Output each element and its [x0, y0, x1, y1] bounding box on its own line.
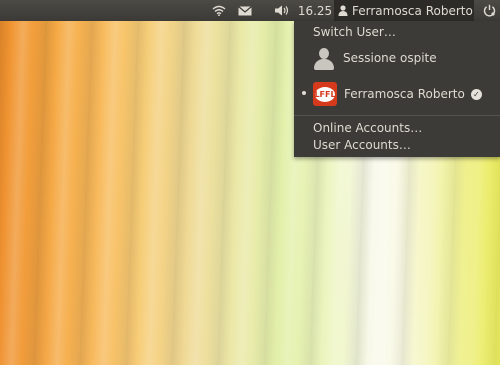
avatar-logo-text: LFFL [314, 86, 336, 102]
guest-session-label: Sessione ospite [343, 51, 437, 65]
active-dot-icon [302, 91, 306, 95]
user-accounts-label: User Accounts… [313, 138, 411, 152]
user-dropdown-menu: Switch User… Sessione ospite LFFL Ferram… [294, 21, 500, 157]
panel-user-name: Ferramosca Roberto [352, 3, 473, 18]
online-accounts-label: Online Accounts… [313, 120, 423, 135]
user-accounts-item[interactable]: User Accounts… [294, 136, 500, 154]
top-panel: 16.25 Ferramosca Roberto [0, 0, 500, 21]
clock[interactable]: 16.25 [297, 0, 333, 21]
volume-icon [275, 5, 289, 16]
guest-avatar-icon [313, 46, 335, 70]
current-user-item[interactable]: LFFL Ferramosca Roberto ✓ [294, 81, 500, 107]
volume-indicator[interactable] [270, 0, 294, 21]
current-user-label: Ferramosca Roberto [344, 87, 465, 101]
user-menu-indicator[interactable]: Ferramosca Roberto [334, 0, 474, 21]
check-icon: ✓ [470, 88, 482, 100]
switch-user-label: Switch User… [313, 25, 396, 39]
mail-indicator[interactable] [234, 0, 256, 21]
power-icon [483, 4, 495, 17]
online-accounts-item[interactable]: Online Accounts… [294, 119, 500, 136]
mail-icon [238, 5, 252, 15]
user-avatar: LFFL [313, 82, 337, 106]
wifi-indicator[interactable] [208, 0, 230, 21]
guest-session-item[interactable]: Sessione ospite [294, 45, 500, 71]
menu-separator [294, 115, 500, 116]
user-icon [338, 5, 348, 16]
session-indicator[interactable] [478, 0, 500, 21]
switch-user-item[interactable]: Switch User… [294, 22, 500, 42]
wifi-icon [212, 5, 226, 16]
